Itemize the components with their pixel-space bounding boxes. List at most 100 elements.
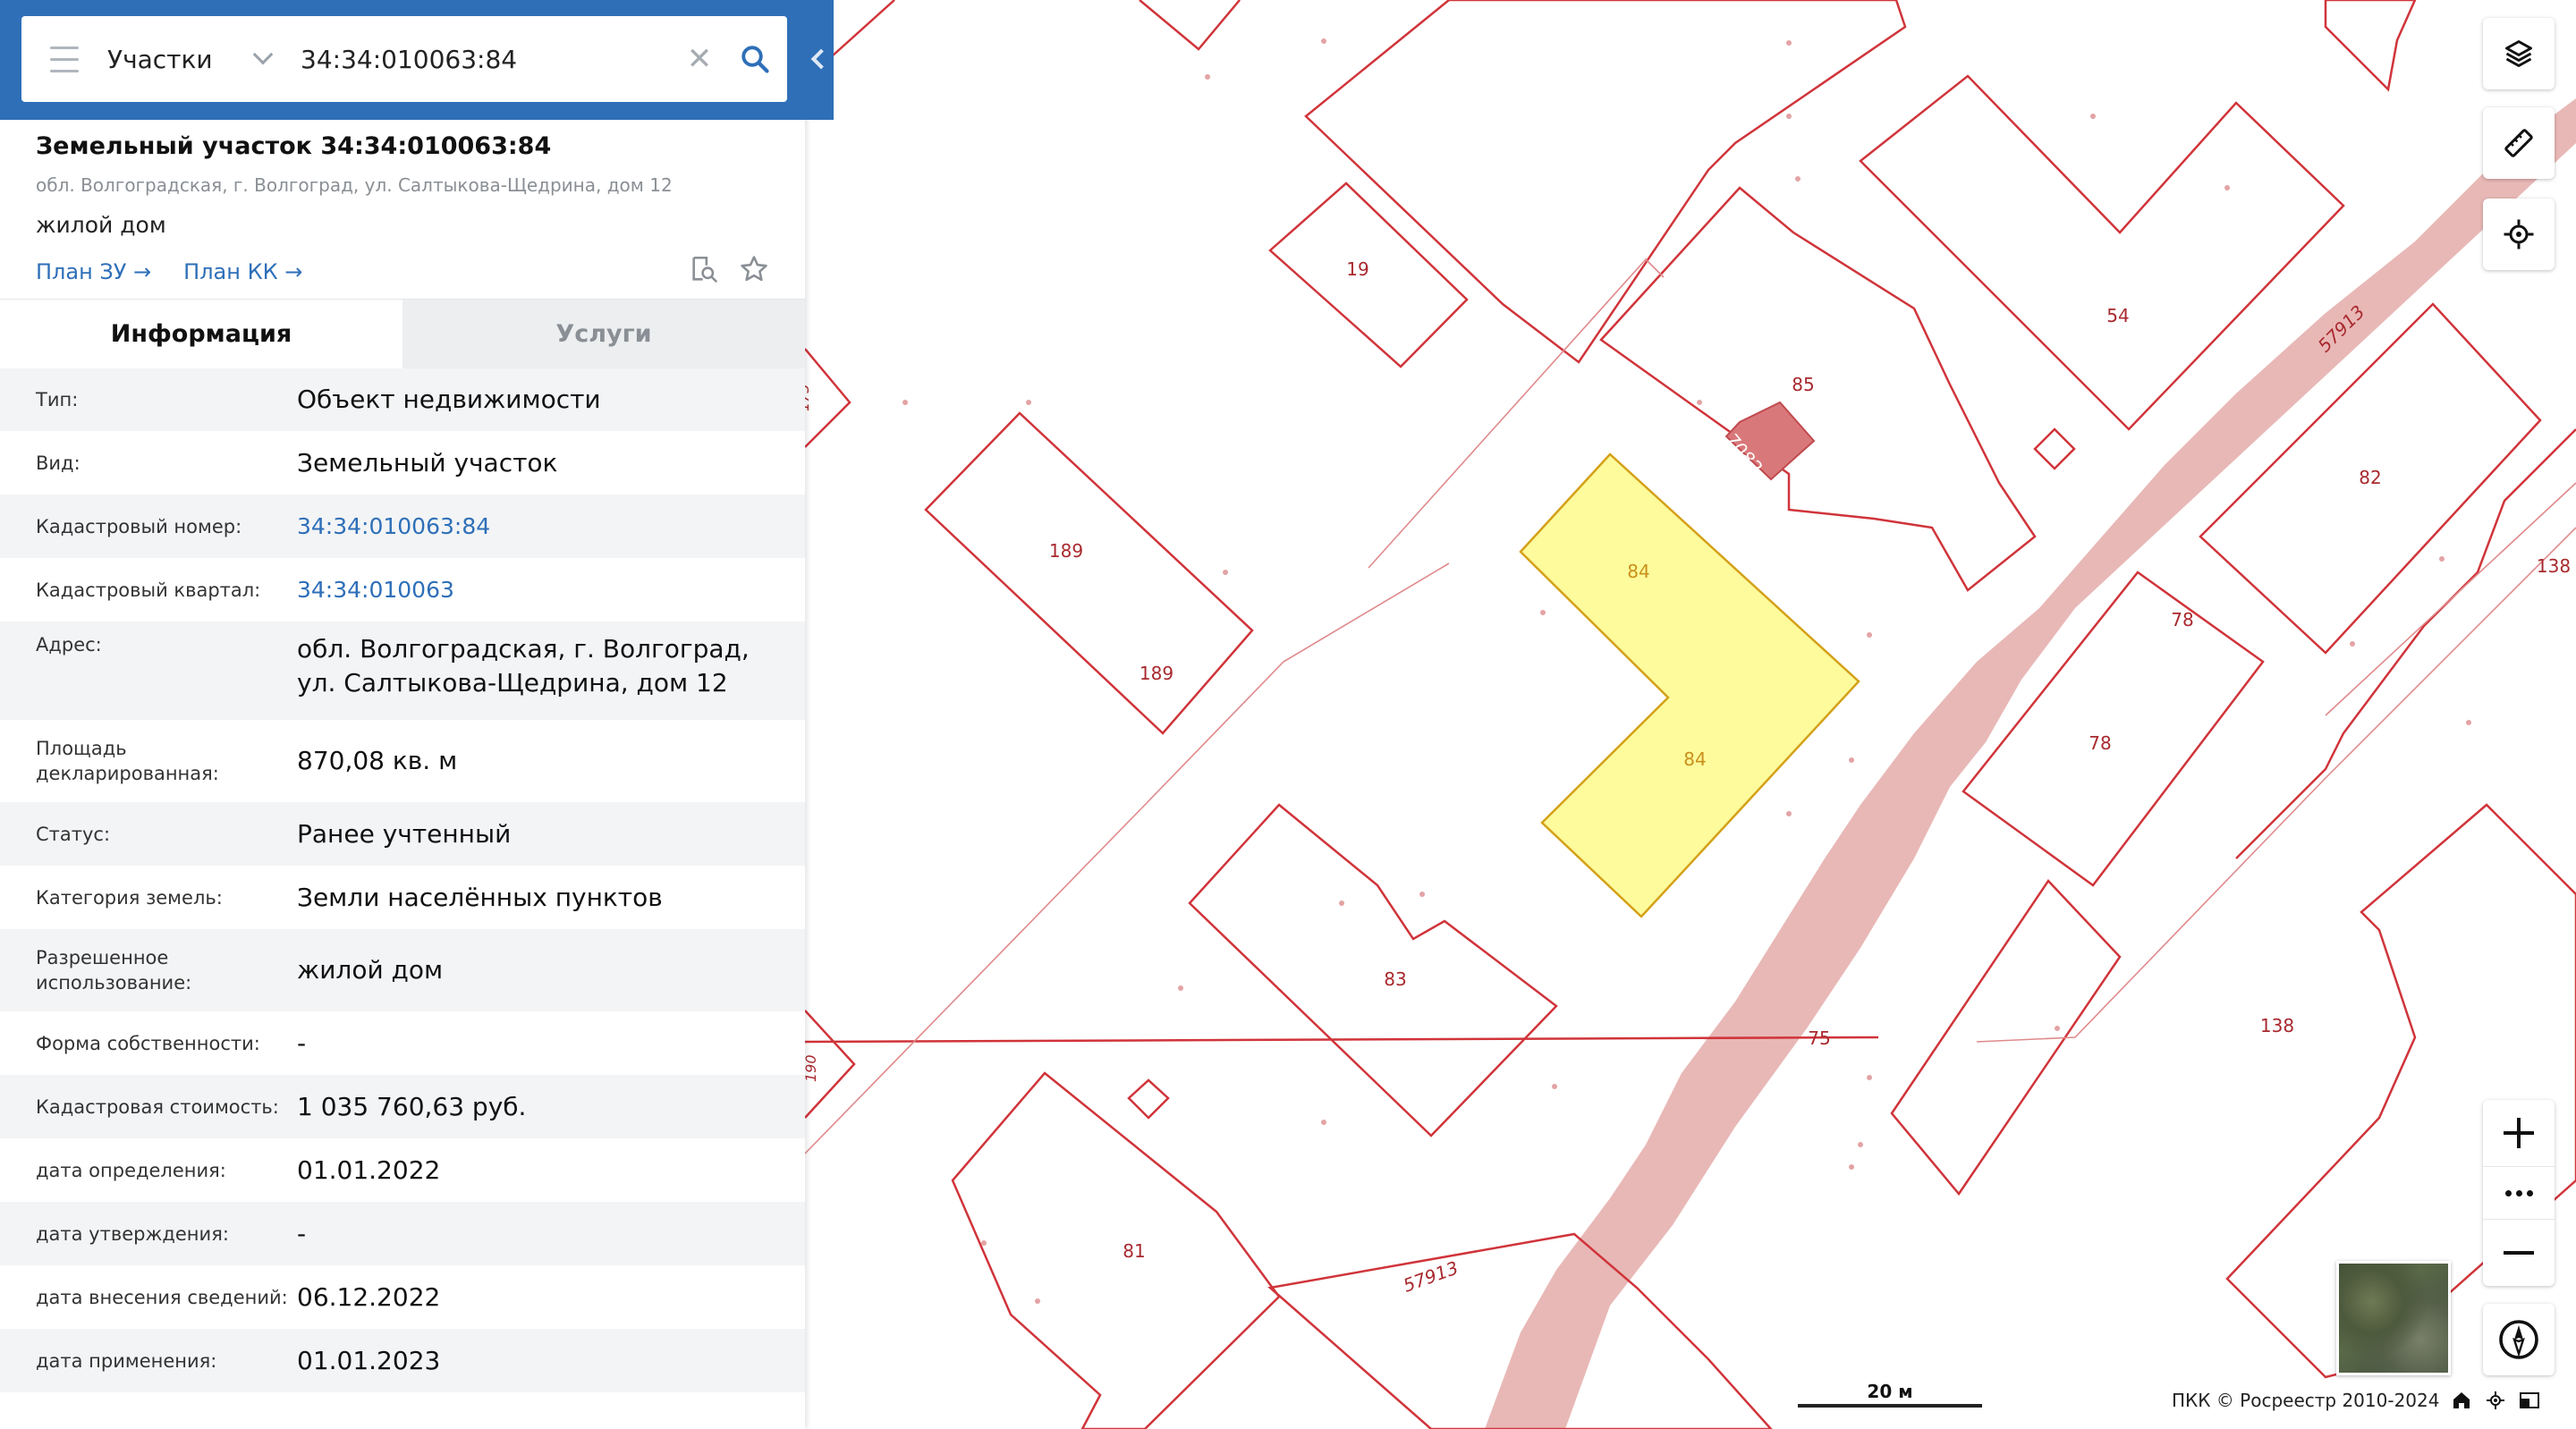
label-138-b: 138	[2260, 1015, 2294, 1036]
info-value: Земельный участок	[297, 447, 558, 478]
close-icon: ✕	[686, 41, 713, 77]
clear-button[interactable]: ✕	[676, 16, 723, 102]
search-input[interactable]	[286, 32, 676, 86]
info-label: Разрешенное использование:	[36, 947, 192, 994]
plan-zu-link[interactable]: План ЗУ →	[36, 259, 151, 284]
tab-info[interactable]: Информация	[0, 300, 402, 368]
parcel-75[interactable]	[1890, 879, 2122, 1196]
collapse-panel-button[interactable]	[801, 36, 834, 82]
info-row-cadastral-quarter: Кадастровый квартал: 34:34:010063	[0, 558, 805, 621]
label-78-b: 78	[2089, 732, 2111, 754]
cadastral-number-link[interactable]: 34:34:010063:84	[297, 510, 805, 544]
label-190: 190	[805, 1054, 819, 1082]
layers-icon	[2505, 40, 2532, 67]
label-82: 82	[2359, 467, 2381, 488]
parcel-81[interactable]	[951, 1071, 1281, 1429]
info-row-entry-date: дата внесения сведений: 06.12.2022	[0, 1265, 805, 1329]
copyright-text: ПКК © Росреестр 2010-2024	[2172, 1390, 2440, 1411]
search-button[interactable]	[723, 16, 787, 102]
object-title: Земельный участок 34:34:010063:84	[36, 132, 552, 160]
cadastral-map[interactable]: 19 54 85 82 138 189 189 78 78 83 75 138 …	[805, 0, 2576, 1429]
zoom-controls	[2483, 1100, 2555, 1286]
minus-icon	[2504, 1251, 2534, 1255]
menu-button[interactable]	[21, 16, 107, 102]
object-links: План ЗУ → План КК →	[36, 254, 787, 290]
chevron-down-icon	[252, 44, 274, 65]
panel-tabs: Информация Услуги	[0, 299, 805, 368]
more-button[interactable]	[2483, 1166, 2555, 1220]
info-row-approval-date: дата утверждения: -	[0, 1202, 805, 1265]
parcel-big-top[interactable]	[1304, 0, 1907, 364]
zoom-in-button[interactable]	[2483, 1100, 2555, 1166]
search-type-select[interactable]: Участки	[107, 16, 286, 102]
info-value: обл. Волгоградская, г. Волгоград, ул. Са…	[297, 634, 750, 698]
ruler-icon	[2504, 129, 2533, 157]
header-actions	[689, 254, 769, 284]
parcel-small-square[interactable]	[1127, 1078, 1170, 1120]
cadastral-quarter-link[interactable]: 34:34:010063	[297, 573, 805, 607]
map-canvas[interactable]: 19 54 85 82 138 189 189 78 78 83 75 138 …	[805, 0, 2576, 1429]
parcel-83[interactable]	[1188, 803, 1558, 1137]
search-box: Участки ✕	[21, 16, 787, 102]
info-row-kind: Вид: Земельный участок	[0, 431, 805, 495]
locate-small-icon[interactable]	[2485, 1390, 2506, 1411]
plan-kk-link[interactable]: План КК →	[183, 259, 302, 284]
search-icon	[741, 46, 769, 73]
object-use: жилой дом	[36, 212, 166, 238]
label-84-b: 84	[1683, 748, 1706, 770]
info-label: Кадастровый номер:	[36, 515, 242, 537]
scale-bar: 20 м	[1798, 1381, 1982, 1408]
info-label: дата внесения сведений:	[36, 1286, 288, 1308]
zoom-to-object-icon[interactable]	[689, 254, 719, 284]
label-78-a: 78	[2171, 609, 2193, 630]
info-row-determination-date: дата определения: 01.01.2022	[0, 1138, 805, 1202]
label-85: 85	[1792, 374, 1814, 395]
parcel-small-square-2[interactable]	[2033, 427, 2076, 470]
info-value: Земли населённых пунктов	[297, 882, 663, 912]
label-84-a: 84	[1627, 561, 1649, 582]
chevron-left-icon	[810, 48, 832, 70]
info-value: Объект недвижимости	[297, 385, 601, 414]
info-label: Вид:	[36, 452, 80, 474]
scale-label: 20 м	[1867, 1381, 1913, 1402]
info-row-cadastral-number: Кадастровый номер: 34:34:010063:84	[0, 495, 805, 558]
parcel-78[interactable]	[1962, 571, 2265, 887]
more-dots-icon	[2504, 1189, 2533, 1196]
parcel-top-right[interactable]	[2324, 0, 2417, 92]
search-bar: Участки ✕	[0, 0, 834, 120]
compass-button[interactable]	[2483, 1304, 2555, 1375]
parcel-138-edge[interactable]	[2235, 428, 2576, 859]
info-label: дата применения:	[36, 1349, 217, 1372]
star-icon[interactable]	[739, 254, 769, 284]
selected-parcel-84[interactable]	[1519, 452, 1860, 918]
layers-button[interactable]	[2483, 18, 2555, 89]
info-label: Площадь декларированная:	[36, 738, 219, 784]
label-83: 83	[1384, 968, 1406, 990]
hamburger-icon	[50, 42, 79, 77]
zoom-out-button[interactable]	[2483, 1220, 2555, 1286]
label-189-a: 189	[1049, 540, 1083, 562]
info-label: Адрес:	[36, 634, 102, 655]
info-label: Кадастровый квартал:	[36, 579, 261, 601]
plus-icon	[2504, 1118, 2534, 1148]
window-icon[interactable]	[2519, 1390, 2540, 1411]
parcel-189[interactable]	[924, 411, 1254, 735]
tab-services[interactable]: Услуги	[402, 300, 805, 368]
info-label: Категория земель:	[36, 886, 223, 909]
label-173: 173	[805, 384, 812, 411]
info-value: -	[297, 1027, 307, 1058]
label-75: 75	[1808, 1027, 1830, 1049]
home-icon[interactable]	[2451, 1390, 2472, 1411]
locate-button[interactable]	[2483, 199, 2555, 270]
parcel-top-left[interactable]	[1139, 0, 1241, 51]
info-row-type: Тип: Объект недвижимости	[0, 368, 805, 431]
info-row-area: Площадь декларированная: 870,08 кв. м	[0, 720, 805, 802]
info-row-application-date: дата применения: 01.01.2023	[0, 1329, 805, 1392]
search-type-label: Участки	[107, 44, 213, 74]
label-138-a: 138	[2537, 555, 2571, 577]
measure-button[interactable]	[2483, 107, 2555, 179]
info-label: Форма собственности:	[36, 1032, 260, 1054]
info-value: 06.12.2022	[297, 1281, 441, 1312]
satellite-minimap[interactable]	[2336, 1261, 2451, 1375]
crosshair-icon	[2504, 219, 2534, 249]
